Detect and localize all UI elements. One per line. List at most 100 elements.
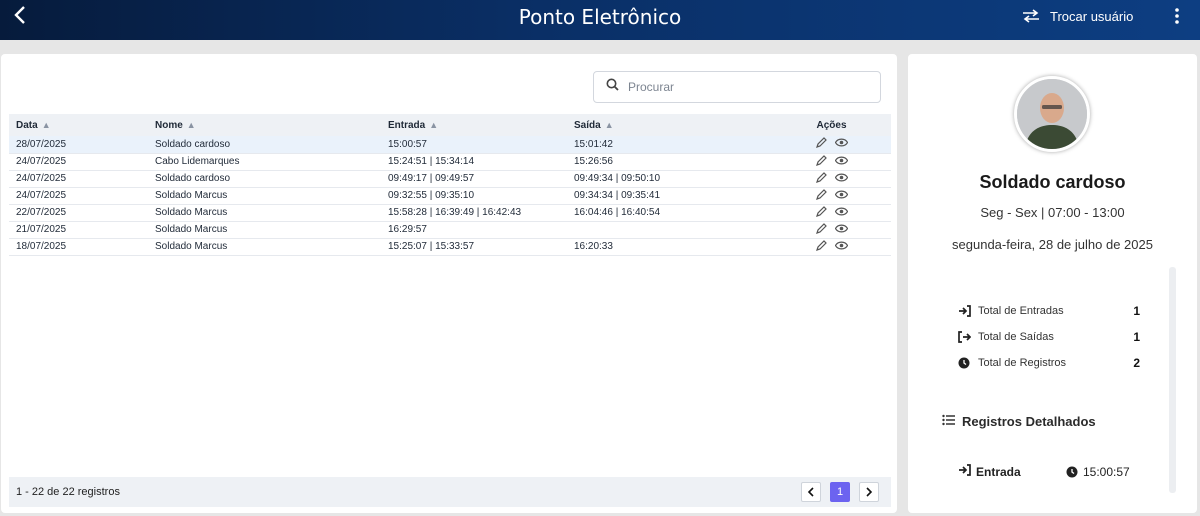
- page-button-current[interactable]: 1: [830, 482, 850, 502]
- cell-data: 28/07/2025: [9, 136, 148, 154]
- cell-saida: 16:20:33: [567, 238, 772, 256]
- cell-saida: 09:49:34 | 09:50:10: [567, 170, 772, 188]
- cell-saida: 16:04:46 | 16:40:54: [567, 204, 772, 222]
- cell-data: 24/07/2025: [9, 170, 148, 188]
- cell-acoes: [772, 170, 891, 188]
- view-eye-icon[interactable]: [834, 224, 848, 236]
- cell-nome: Soldado Marcus: [148, 187, 381, 205]
- stat-value: 1: [1133, 330, 1140, 344]
- edit-pencil-icon[interactable]: [815, 137, 827, 151]
- pager: 1: [801, 482, 879, 502]
- table-header-row: Data ▲︎ Nome ▲︎ Entrada ▲︎ Saída ▲︎ Ações: [9, 114, 891, 136]
- table-row[interactable]: 24/07/2025 Cabo Lidemarques 15:24:51 | 15:…: [9, 153, 891, 171]
- sign-in-icon: [958, 305, 972, 317]
- profile-name: Soldado cardoso: [979, 172, 1126, 192]
- edit-pencil-icon[interactable]: [815, 222, 827, 237]
- switch-user-button[interactable]: Trocar usuário: [1022, 6, 1133, 26]
- cell-saida: [567, 221, 772, 239]
- cell-acoes: [772, 136, 891, 154]
- table-row[interactable]: 21/07/2025 Soldado Marcus 16:29:57: [9, 221, 891, 239]
- cell-entrada: 15:58:28 | 16:39:49 | 16:42:43: [381, 204, 567, 222]
- cell-nome: Soldado Marcus: [148, 204, 381, 222]
- cell-entrada: 15:00:57: [381, 136, 567, 154]
- profile-date: segunda-feira, 28 de julho de 2025: [952, 237, 1153, 252]
- cell-entrada: 16:29:57: [381, 221, 567, 239]
- records-panel: Data▲︎ Nome▲︎ Entrada▲︎ Saída▲︎ Ações 28…: [1, 54, 897, 513]
- cell-entrada: 09:32:55 | 09:35:10: [381, 187, 567, 205]
- stat-total-saidas: Total de Saídas 1: [958, 328, 1140, 346]
- scrollbar[interactable]: [1169, 267, 1176, 493]
- search-input[interactable]: [628, 80, 858, 94]
- table-row[interactable]: 18/07/2025 Soldado Marcus 15:25:07 | 15:33…: [9, 238, 891, 256]
- column-header-entrada[interactable]: Entrada ▲︎: [381, 114, 567, 136]
- next-page-button[interactable]: [859, 482, 879, 502]
- top-bar: Ponto Eletrônico Trocar usuário: [0, 0, 1200, 40]
- view-eye-icon[interactable]: [834, 138, 848, 150]
- clock-icon: [958, 357, 972, 369]
- stat-total-entradas: Total de Entradas 1: [958, 302, 1140, 320]
- cell-data: 18/07/2025: [9, 238, 148, 256]
- edit-pencil-icon[interactable]: [815, 154, 827, 169]
- cell-saida: 15:26:56: [567, 153, 772, 171]
- stat-value: 2: [1133, 356, 1140, 370]
- back-chevron-icon[interactable]: [11, 4, 31, 30]
- view-eye-icon[interactable]: [834, 156, 848, 168]
- kebab-menu-icon[interactable]: [1170, 6, 1184, 26]
- edit-pencil-icon[interactable]: [815, 205, 827, 220]
- app-title: Ponto Eletrônico: [518, 5, 682, 29]
- column-header-saida[interactable]: Saída ▲︎: [567, 114, 772, 136]
- cell-data: 21/07/2025: [9, 221, 148, 239]
- switch-user-label: Trocar usuário: [1050, 8, 1134, 24]
- edit-pencil-icon[interactable]: [815, 239, 827, 254]
- detail-entry-row: Entrada 15:00:57: [958, 464, 1158, 479]
- cell-nome: Cabo Lidemarques: [148, 153, 381, 171]
- view-eye-icon[interactable]: [834, 190, 848, 202]
- cell-acoes: [772, 221, 891, 239]
- table-row[interactable]: 28/07/2025 Soldado cardoso 15:00:57 15:01:4…: [9, 136, 891, 154]
- edit-pencil-icon[interactable]: [815, 188, 827, 203]
- cell-saida: 09:34:34 | 09:35:41: [567, 187, 772, 205]
- cell-nome: Soldado cardoso: [148, 136, 381, 154]
- sign-out-icon: [958, 331, 972, 343]
- detail-entry-time: 15:00:57: [1066, 465, 1130, 479]
- stat-value: 1: [1133, 304, 1140, 318]
- chevron-left-icon: [807, 487, 814, 497]
- cell-nome: Soldado cardoso: [148, 170, 381, 188]
- stat-total-registros: Total de Registros 2: [958, 354, 1140, 372]
- avatar: [1014, 76, 1090, 152]
- cell-data: 24/07/2025: [9, 187, 148, 205]
- chevron-right-icon: [866, 487, 873, 497]
- prev-page-button[interactable]: [801, 482, 821, 502]
- sign-in-icon: [958, 464, 971, 479]
- pagination-bar: 1 - 22 de 22 registros 1: [9, 477, 891, 507]
- records-table: Data ▲︎ Nome ▲︎ Entrada ▲︎ Saída ▲︎ Ações 28…: [9, 114, 891, 256]
- search-field[interactable]: [593, 71, 881, 103]
- cell-acoes: [772, 187, 891, 205]
- swap-arrows-icon: [1022, 9, 1040, 23]
- cell-acoes: [772, 153, 891, 171]
- cell-nome: Soldado Marcus: [148, 221, 381, 239]
- cell-nome: Soldado Marcus: [148, 238, 381, 256]
- view-eye-icon[interactable]: [834, 207, 848, 219]
- edit-pencil-icon[interactable]: [815, 171, 827, 186]
- cell-data: 24/07/2025: [9, 153, 148, 171]
- sort-icon: ▲︎: [41, 119, 51, 130]
- column-header-data[interactable]: Data ▲︎: [9, 114, 148, 136]
- records-count: 1 - 22 de 22 registros: [16, 486, 120, 498]
- column-header-nome[interactable]: Nome ▲︎: [148, 114, 381, 136]
- search-icon: [606, 78, 619, 96]
- view-eye-icon[interactable]: [834, 173, 848, 185]
- list-icon: [942, 414, 956, 429]
- sort-icon: ▲︎: [429, 119, 439, 130]
- table-row[interactable]: 22/07/2025 Soldado Marcus 15:58:28 | 16:39…: [9, 204, 891, 222]
- profile-schedule: Seg - Sex | 07:00 - 13:00: [980, 205, 1125, 220]
- cell-entrada: 15:24:51 | 15:34:14: [381, 153, 567, 171]
- table-row[interactable]: 24/07/2025 Soldado Marcus 09:32:55 | 09:35…: [9, 187, 891, 205]
- detailed-records-heading: Registros Detalhados: [942, 414, 1096, 429]
- cell-entrada: 15:25:07 | 15:33:57: [381, 238, 567, 256]
- table-row[interactable]: 24/07/2025 Soldado cardoso 09:49:17 | 09:4…: [9, 170, 891, 188]
- sort-icon: ▲︎: [604, 119, 614, 130]
- profile-panel: Soldado cardoso Seg - Sex | 07:00 - 13:0…: [908, 54, 1197, 513]
- view-eye-icon[interactable]: [834, 241, 848, 253]
- sort-icon: ▲︎: [186, 119, 196, 130]
